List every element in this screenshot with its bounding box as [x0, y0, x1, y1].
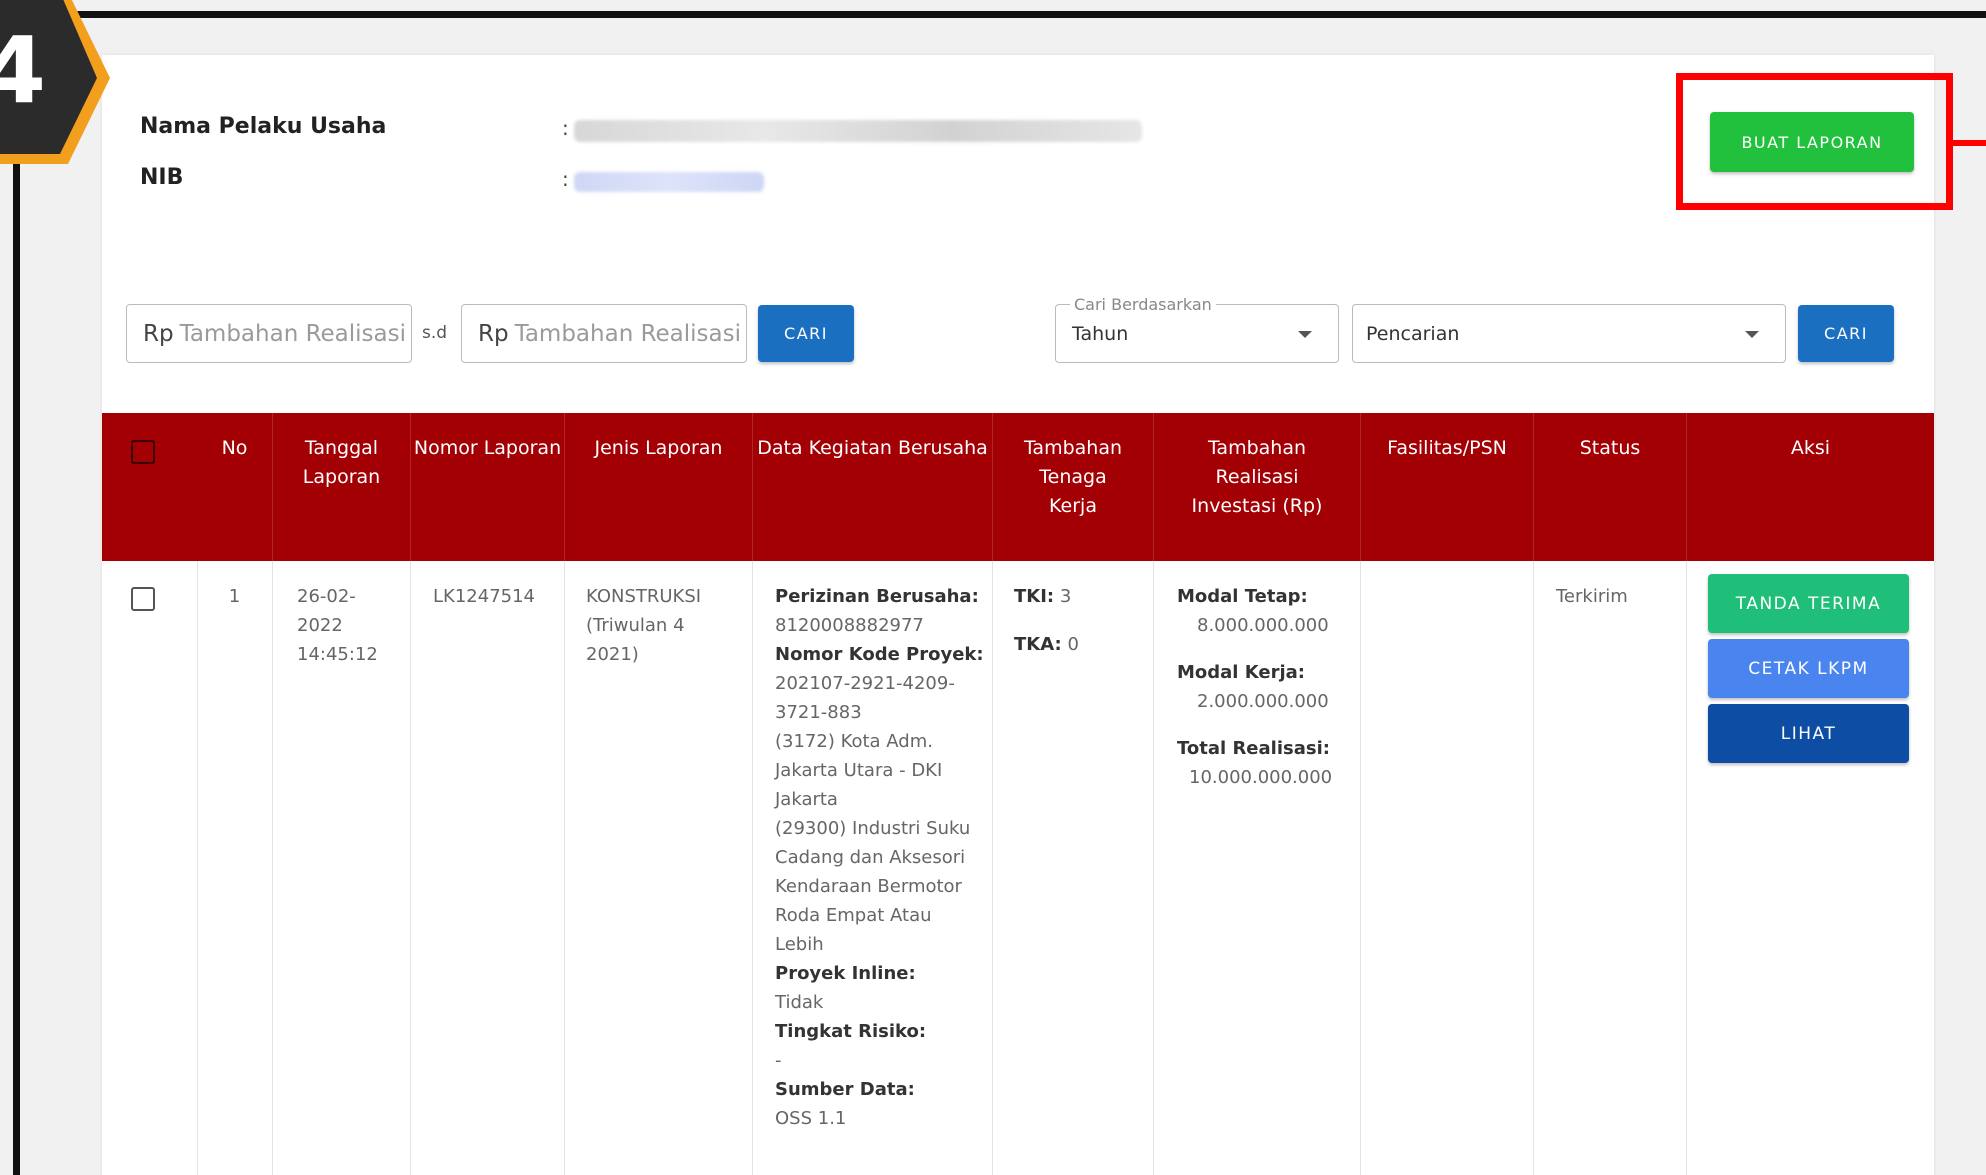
- tka-value: 0: [1067, 634, 1079, 655]
- max-realization-input[interactable]: Rp Tambahan Realisasi: [461, 304, 747, 363]
- column-divider: [1686, 561, 1687, 1175]
- column-divider: [752, 561, 753, 1175]
- nib-value-redacted: [574, 172, 764, 192]
- print-lkpm-button[interactable]: CETAK LKPM: [1708, 639, 1909, 698]
- risk-level-value: -: [775, 1050, 782, 1071]
- working-capital-label: Modal Kerja:: [1177, 662, 1305, 683]
- risk-level-label: Tingkat Risiko:: [775, 1021, 927, 1042]
- search-query-button[interactable]: CARI: [1798, 305, 1894, 362]
- column-divider: [272, 561, 273, 1175]
- column-header-facility: Fasilitas/PSN: [1360, 413, 1533, 561]
- column-divider: [410, 561, 411, 1175]
- column-divider: [1153, 561, 1154, 1175]
- permit-label: Perizinan Berusaha:: [775, 586, 979, 607]
- project-code-value: 202107-2921-4209-3721-883: [775, 673, 955, 723]
- column-header-report-type: Jenis Laporan: [564, 413, 752, 561]
- cell-business-activity: Perizinan Berusaha: 8120008882977 Nomor …: [775, 561, 985, 1133]
- data-source-value: OSS 1.1: [775, 1108, 847, 1129]
- business-name-label: Nama Pelaku Usaha: [140, 114, 387, 139]
- cell-workforce: TKI: 3 TKA: 0: [1014, 561, 1144, 659]
- column-header-business-activity: Data Kegiatan Berusaha: [752, 413, 992, 561]
- cell-investment: Modal Tetap: 8.000.000.000 Modal Kerja: …: [1177, 561, 1357, 792]
- min-realization-input[interactable]: Rp Tambahan Realisasi: [126, 304, 412, 363]
- cell-facility: [1382, 561, 1522, 582]
- working-capital-value: 2.000.000.000: [1197, 691, 1329, 712]
- column-header-report-number: Nomor Laporan: [410, 413, 564, 561]
- fixed-capital-value: 8.000.000.000: [1197, 615, 1329, 636]
- cell-date: 26-02-2022 14:45:12: [297, 586, 378, 665]
- chevron-down-icon: [1298, 331, 1312, 338]
- range-separator: s.d: [422, 323, 448, 343]
- chevron-down-icon: [1745, 331, 1759, 338]
- column-divider: [1533, 561, 1534, 1175]
- tki-value: 3: [1059, 586, 1072, 607]
- search-by-legend: Cari Berdasarkan: [1070, 295, 1216, 314]
- cell-report-number: LK1247514: [433, 586, 535, 607]
- step-marker-badge: 4: [0, 0, 110, 164]
- report-table: No Tanggal Laporan Nomor Laporan Jenis L…: [102, 413, 1934, 1175]
- search-query-select[interactable]: Pencarian: [1352, 304, 1786, 363]
- tki-label: TKI:: [1014, 586, 1055, 607]
- tka-label: TKA:: [1014, 634, 1062, 655]
- frame-top-line: [0, 11, 1986, 18]
- search-by-value: Tahun: [1072, 322, 1129, 345]
- highlight-pointer-line: [1953, 140, 1986, 146]
- data-source-label: Sumber Data:: [775, 1079, 915, 1100]
- search-query-value: Pencarian: [1366, 322, 1460, 345]
- table-row: 1 26-02-2022 14:45:12 LK1247514 KONSTRUK…: [102, 561, 1934, 1175]
- business-name-value-redacted: [574, 120, 1142, 142]
- nib-label: NIB: [140, 165, 184, 190]
- receipt-button[interactable]: TANDA TERIMA: [1708, 574, 1909, 633]
- column-header-date: Tanggal Laporan: [272, 413, 410, 561]
- highlight-box: [1676, 73, 1953, 210]
- permit-value: 8120008882977: [775, 615, 924, 636]
- currency-prefix: Rp: [143, 320, 174, 347]
- select-all-checkbox[interactable]: [131, 440, 155, 464]
- business-name-colon: :: [562, 116, 569, 140]
- column-divider: [992, 561, 993, 1175]
- cell-status: Terkirim: [1556, 586, 1628, 607]
- search-range-button[interactable]: CARI: [758, 305, 854, 362]
- inline-project-label: Proyek Inline:: [775, 963, 916, 984]
- column-header-investment: Tambahan Realisasi Investasi (Rp): [1153, 413, 1360, 561]
- column-header-actions: Aksi: [1686, 413, 1934, 561]
- step-number: 4: [0, 17, 46, 124]
- column-header-status: Status: [1533, 413, 1686, 561]
- inline-project-value: Tidak: [775, 992, 824, 1013]
- total-realization-label: Total Realisasi:: [1177, 738, 1330, 759]
- currency-prefix: Rp: [478, 320, 509, 347]
- row-checkbox[interactable]: [131, 587, 155, 611]
- column-header-no: No: [221, 437, 248, 459]
- column-divider: [1360, 561, 1361, 1175]
- cell-no: 1: [228, 586, 241, 607]
- project-industry: (29300) Industri Suku Cadang dan Aksesor…: [775, 818, 971, 955]
- project-location: (3172) Kota Adm. Jakarta Utara - DKI Jak…: [775, 731, 943, 810]
- column-divider: [564, 561, 565, 1175]
- table-header: No Tanggal Laporan Nomor Laporan Jenis L…: [102, 413, 1934, 561]
- total-realization-value: 10.000.000.000: [1189, 767, 1333, 788]
- max-realization-placeholder: Tambahan Realisasi: [514, 320, 742, 347]
- view-button[interactable]: LIHAT: [1708, 704, 1909, 763]
- project-code-label: Nomor Kode Proyek:: [775, 644, 984, 665]
- fixed-capital-label: Modal Tetap:: [1177, 586, 1308, 607]
- column-header-workforce: Tambahan Tenaga Kerja: [992, 413, 1153, 561]
- nib-colon: :: [562, 167, 569, 191]
- column-divider: [197, 561, 198, 1175]
- cell-report-type: KONSTRUKSI (Triwulan 4 2021): [586, 586, 702, 665]
- min-realization-placeholder: Tambahan Realisasi: [179, 320, 407, 347]
